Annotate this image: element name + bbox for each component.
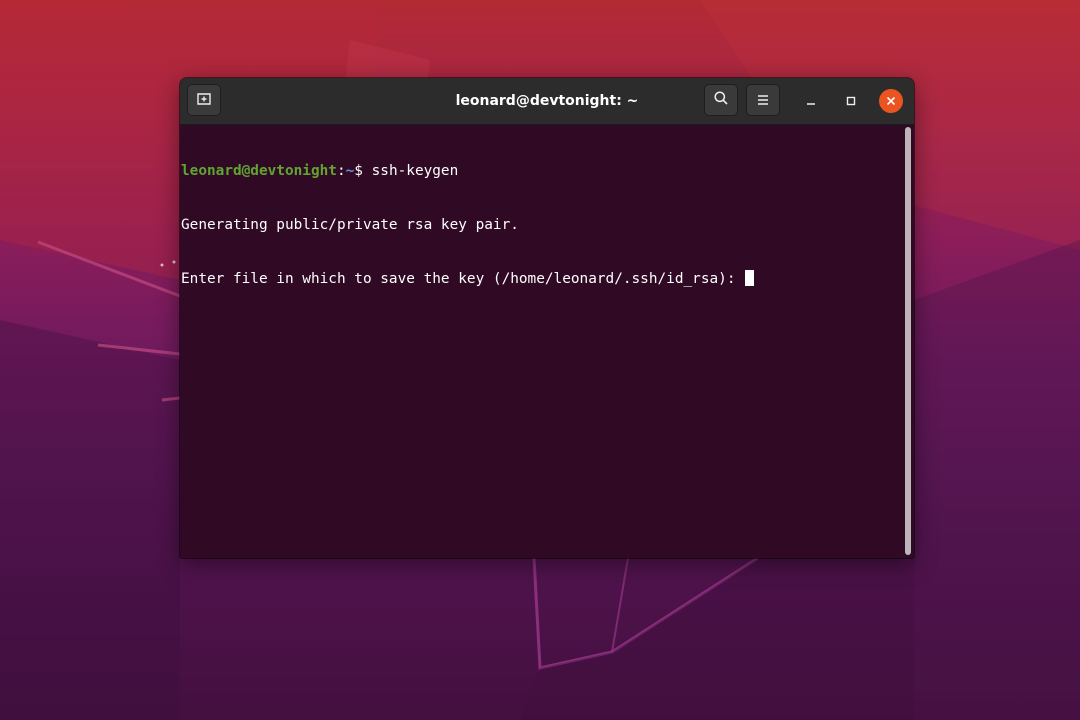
- output-line: Enter file in which to save the key (/ho…: [181, 271, 745, 287]
- prompt-symbol: $: [354, 163, 372, 179]
- search-button[interactable]: [704, 84, 738, 116]
- new-tab-icon: [196, 90, 212, 110]
- minimize-button[interactable]: [799, 89, 823, 113]
- menu-button[interactable]: [746, 84, 780, 116]
- prompt-user-host: leonard@devtonight: [181, 163, 337, 179]
- search-icon: [713, 90, 729, 110]
- input-line[interactable]: Enter file in which to save the key (/ho…: [181, 270, 904, 288]
- minimize-icon: [805, 92, 817, 111]
- new-tab-button[interactable]: [187, 84, 221, 116]
- prompt-path: ~: [345, 163, 355, 179]
- header-bar: leonard@devtonight: ~: [180, 78, 914, 125]
- window-title: leonard@devtonight: ~: [455, 93, 639, 109]
- close-icon: [885, 92, 897, 111]
- close-button[interactable]: [879, 89, 903, 113]
- output-line: Generating public/private rsa key pair.: [181, 217, 519, 233]
- maximize-icon: [845, 92, 857, 111]
- maximize-button[interactable]: [839, 89, 863, 113]
- scrollbar[interactable]: [905, 127, 911, 555]
- prompt-line: leonard@devtonight:~$ ssh-keygen: [181, 162, 904, 180]
- hamburger-menu-icon: [756, 91, 770, 110]
- command-text: ssh-keygen: [371, 163, 459, 179]
- text-cursor: [745, 270, 755, 286]
- terminal-output[interactable]: leonard@devtonight:~$ ssh-keygen Generat…: [180, 124, 904, 558]
- prompt-separator: :: [336, 163, 346, 179]
- terminal-window: leonard@devtonight: ~ leonard@devtonight…: [180, 78, 914, 558]
